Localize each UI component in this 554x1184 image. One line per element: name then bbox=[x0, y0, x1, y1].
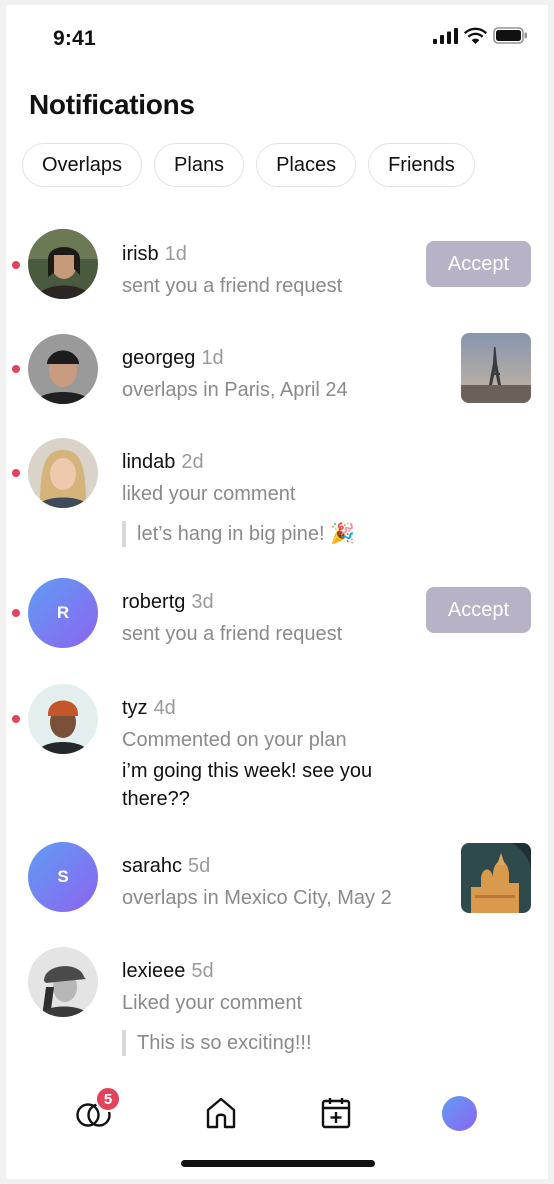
notification-badge: 5 bbox=[95, 1086, 121, 1112]
quoted-comment: This is so exciting!!! bbox=[122, 1030, 422, 1056]
notification-item[interactable]: tyz 4d Commented on your plan i’m going t… bbox=[6, 683, 548, 813]
home-indicator bbox=[181, 1160, 375, 1167]
status-bar: 9:41 bbox=[6, 5, 548, 67]
notification-text: sarahc 5d overlaps in Mexico City, May 2 bbox=[122, 853, 422, 911]
notification-text: irisb 1d sent you a friend request bbox=[122, 241, 422, 299]
avatar[interactable] bbox=[28, 229, 98, 299]
timestamp: 5d bbox=[188, 855, 211, 877]
accept-button[interactable]: Accept bbox=[426, 587, 531, 633]
notification-text: georgeg 1d overlaps in Paris, April 24 bbox=[122, 345, 422, 403]
username[interactable]: lexieee bbox=[122, 960, 185, 982]
timestamp: 1d bbox=[164, 243, 187, 265]
username[interactable]: tyz bbox=[122, 697, 148, 719]
filter-chip-friends[interactable]: Friends bbox=[368, 143, 475, 187]
notification-item[interactable]: lexieee 5d Liked your comment This is so … bbox=[6, 946, 548, 1066]
filter-chip-places[interactable]: Places bbox=[256, 143, 357, 187]
status-icons bbox=[433, 27, 528, 44]
battery-icon bbox=[493, 27, 527, 44]
accept-button[interactable]: Accept bbox=[426, 241, 531, 287]
username[interactable]: robertg bbox=[122, 591, 185, 613]
profile-avatar bbox=[441, 1095, 477, 1131]
status-time: 9:41 bbox=[53, 27, 96, 50]
notification-item[interactable]: S sarahc 5d overlaps in Mexico City, May … bbox=[6, 841, 548, 921]
notification-action: sent you a friend request bbox=[122, 275, 343, 297]
username[interactable]: sarahc bbox=[122, 855, 182, 877]
tab-profile[interactable] bbox=[437, 1091, 481, 1135]
tab-home[interactable] bbox=[199, 1091, 243, 1135]
quoted-comment: let’s hang in big pine! 🎉 bbox=[122, 521, 422, 547]
notification-action: overlaps in Paris, April 24 bbox=[122, 379, 348, 401]
username[interactable]: lindab bbox=[122, 451, 175, 473]
notification-action: sent you a friend request bbox=[122, 623, 343, 645]
notification-action: Commented on your plan bbox=[122, 729, 347, 751]
timestamp: 3d bbox=[191, 591, 214, 613]
basilica-thumbnail[interactable] bbox=[461, 843, 531, 913]
timestamp: 2d bbox=[181, 451, 204, 473]
notification-action: overlaps in Mexico City, May 2 bbox=[122, 887, 392, 909]
filter-chip-overlaps[interactable]: Overlaps bbox=[22, 143, 143, 187]
notification-text: robertg 3d sent you a friend request bbox=[122, 589, 422, 647]
notification-action: liked your comment bbox=[122, 483, 296, 505]
filter-chip-plans[interactable]: Plans bbox=[154, 143, 245, 187]
page-title: Notifications bbox=[29, 89, 195, 120]
avatar[interactable]: S bbox=[28, 842, 98, 912]
avatar[interactable]: R bbox=[28, 578, 98, 648]
avatar[interactable] bbox=[28, 438, 98, 508]
calendar-add-icon bbox=[321, 1098, 351, 1129]
unread-dot bbox=[12, 261, 20, 269]
notification-text: tyz 4d Commented on your plan i’m going t… bbox=[122, 695, 422, 813]
notification-item[interactable]: R robertg 3d sent you a friend request Ac… bbox=[6, 577, 548, 657]
avatar[interactable] bbox=[28, 947, 98, 1017]
home-icon bbox=[206, 1097, 236, 1129]
eiffel-tower-thumbnail[interactable] bbox=[461, 333, 531, 403]
notification-text: lindab 2d liked your comment let’s hang i… bbox=[122, 449, 422, 547]
avatar[interactable] bbox=[28, 334, 98, 404]
tab-plans[interactable] bbox=[314, 1091, 358, 1135]
timestamp: 5d bbox=[191, 960, 214, 982]
phone-screen: 9:41 Notifications Overlaps Plans Places… bbox=[6, 5, 548, 1179]
tab-bar: 5 bbox=[6, 1077, 548, 1147]
notification-item[interactable]: lindab 2d liked your comment let’s hang i… bbox=[6, 437, 548, 557]
timestamp: 1d bbox=[201, 347, 224, 369]
unread-dot bbox=[12, 609, 20, 617]
unread-dot bbox=[12, 715, 20, 723]
unread-dot bbox=[12, 469, 20, 477]
notification-item[interactable]: irisb 1d sent you a friend request Accept bbox=[6, 229, 548, 309]
unread-dot bbox=[12, 365, 20, 373]
avatar[interactable] bbox=[28, 684, 98, 754]
comment-text: i’m going this week! see you there?? bbox=[122, 760, 373, 810]
signal-icon bbox=[433, 27, 458, 44]
username[interactable]: georgeg bbox=[122, 347, 195, 369]
timestamp: 4d bbox=[153, 697, 176, 719]
wifi-icon bbox=[464, 27, 487, 44]
username[interactable]: irisb bbox=[122, 243, 159, 265]
notification-item[interactable]: georgeg 1d overlaps in Paris, April 24 bbox=[6, 333, 548, 413]
notification-text: lexieee 5d Liked your comment This is so … bbox=[122, 958, 422, 1056]
notification-action: Liked your comment bbox=[122, 992, 303, 1014]
filter-chips: Overlaps Plans Places Friends bbox=[22, 143, 475, 187]
